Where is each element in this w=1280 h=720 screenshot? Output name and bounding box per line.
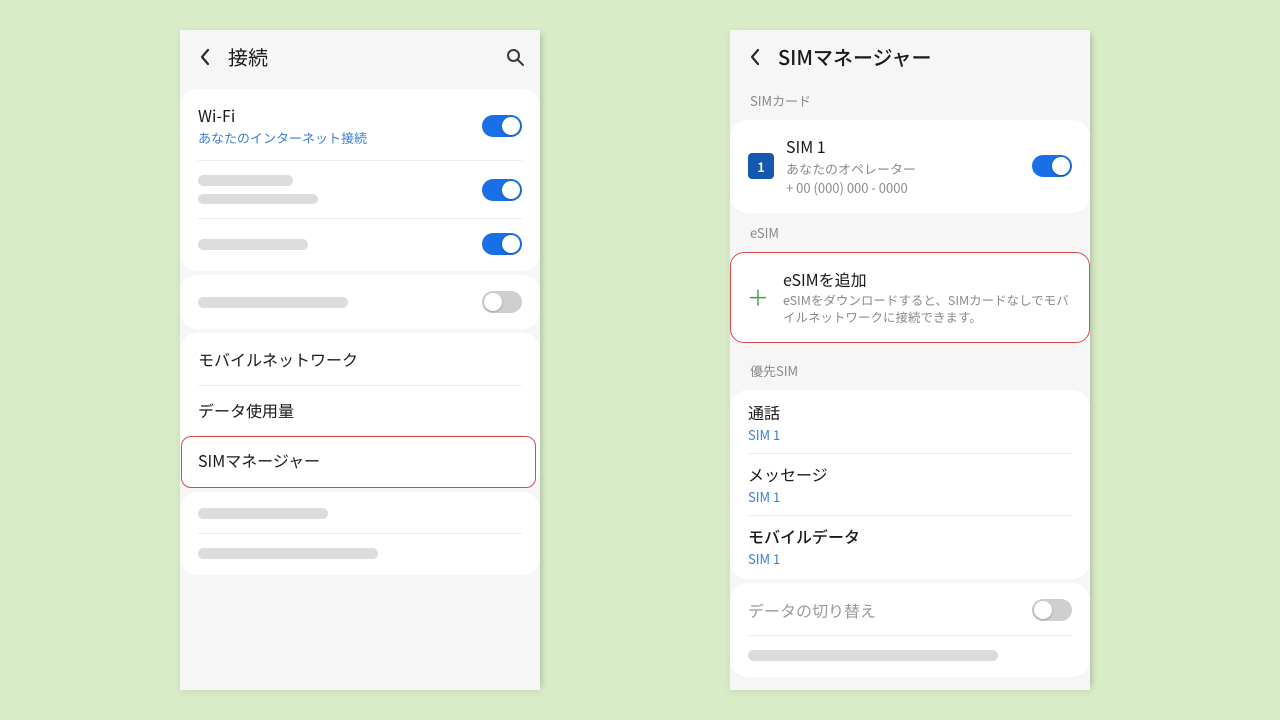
sim-cards-section-label: SIMカード: [730, 85, 1090, 116]
sim-card-card: 1 SIM 1 あなたのオペレーター + 00 (000) 000 - 0000: [730, 120, 1090, 213]
data-usage-row[interactable]: データ使用量: [180, 386, 540, 436]
search-button[interactable]: [504, 46, 526, 68]
back-button[interactable]: [194, 46, 216, 68]
mobile-networks-row[interactable]: モバイルネットワーク: [180, 335, 540, 385]
skeleton-text: [198, 239, 308, 250]
preferred-messages-value: SIM 1: [748, 488, 1072, 506]
placeholder-toggle[interactable]: [482, 233, 522, 255]
add-esim-card[interactable]: ＋ eSIMを追加 eSIMをダウンロードすると、SIMカードなしでモバイルネッ…: [730, 252, 1090, 343]
placeholder-toggle[interactable]: [482, 291, 522, 313]
placeholder-row[interactable]: [180, 534, 540, 573]
skeleton-text: [748, 650, 998, 661]
placeholder-toggle[interactable]: [482, 179, 522, 201]
placeholder-row[interactable]: [730, 636, 1090, 675]
add-esim-title: eSIMを追加: [783, 269, 1075, 291]
wifi-toggle[interactable]: [482, 115, 522, 137]
esim-section-label: eSIM: [730, 217, 1090, 248]
skeleton-text: [198, 175, 293, 186]
back-button[interactable]: [744, 46, 766, 68]
sim-manager-screen: SIMマネージャー SIMカード 1 SIM 1 あなたのオペレーター + 00…: [730, 30, 1090, 690]
preferred-messages-title: メッセージ: [748, 464, 1072, 486]
placeholder-row[interactable]: [180, 161, 540, 218]
data-switching-title: データの切り替え: [748, 600, 1020, 622]
chevron-left-icon: [748, 48, 762, 66]
preferred-mobile-data-title: モバイルデータ: [748, 526, 1072, 548]
preferred-calls-title: 通話: [748, 402, 1072, 424]
sim-manager-row[interactable]: SIMマネージャー: [180, 436, 540, 486]
page-title: 接続: [228, 42, 268, 71]
preferred-mobile-data-value: SIM 1: [748, 550, 1072, 568]
sim1-number: + 00 (000) 000 - 0000: [786, 179, 1020, 197]
appbar-connections: 接続: [180, 30, 540, 85]
connections-card-3: モバイルネットワーク データ使用量 SIMマネージャー: [180, 333, 540, 488]
connections-card-1: Wi-Fi あなたのインターネット接続: [180, 89, 540, 271]
page-title: SIMマネージャー: [778, 42, 932, 71]
sim1-row[interactable]: 1 SIM 1 あなたのオペレーター + 00 (000) 000 - 0000: [730, 122, 1090, 211]
preferred-mobile-data-row[interactable]: モバイルデータ SIM 1: [730, 516, 1090, 577]
search-icon: [505, 47, 525, 67]
sim1-badge: 1: [748, 153, 774, 179]
skeleton-text: [198, 548, 378, 559]
connections-card-4: [180, 492, 540, 575]
wifi-row[interactable]: Wi-Fi あなたのインターネット接続: [180, 91, 540, 160]
skeleton-text: [198, 508, 328, 519]
sim-manager-label: SIMマネージャー: [198, 450, 522, 472]
connections-card-2: [180, 275, 540, 329]
sim1-toggle[interactable]: [1032, 155, 1072, 177]
plus-icon: ＋: [745, 286, 771, 308]
preferred-calls-row[interactable]: 通話 SIM 1: [730, 392, 1090, 453]
chevron-left-icon: [198, 48, 212, 66]
placeholder-row[interactable]: [180, 494, 540, 533]
data-switching-row[interactable]: データの切り替え: [730, 585, 1090, 635]
appbar-sim-manager: SIMマネージャー: [730, 30, 1090, 85]
sim1-operator: あなたのオペレーター: [786, 160, 1020, 178]
wifi-subtitle: あなたのインターネット接続: [198, 129, 470, 147]
data-switching-toggle[interactable]: [1032, 599, 1072, 621]
preferred-calls-value: SIM 1: [748, 426, 1072, 444]
skeleton-text: [198, 297, 348, 308]
connections-screen: 接続 Wi-Fi あなたのインターネット接続: [180, 30, 540, 690]
placeholder-row[interactable]: [180, 219, 540, 269]
add-esim-subtitle: eSIMをダウンロードすると、SIMカードなしでモバイルネットワークに接続できま…: [783, 292, 1075, 326]
preferred-sim-section-label: 優先SIM: [730, 347, 1090, 386]
mobile-networks-label: モバイルネットワーク: [198, 349, 522, 371]
skeleton-text: [198, 194, 318, 204]
data-switching-card: データの切り替え: [730, 583, 1090, 677]
preferred-messages-row[interactable]: メッセージ SIM 1: [730, 454, 1090, 515]
sim1-title: SIM 1: [786, 136, 1020, 158]
preferred-sim-card: 通話 SIM 1 メッセージ SIM 1 モバイルデータ SIM 1: [730, 390, 1090, 579]
placeholder-row[interactable]: [180, 277, 540, 327]
data-usage-label: データ使用量: [198, 400, 522, 422]
wifi-title: Wi-Fi: [198, 105, 470, 127]
